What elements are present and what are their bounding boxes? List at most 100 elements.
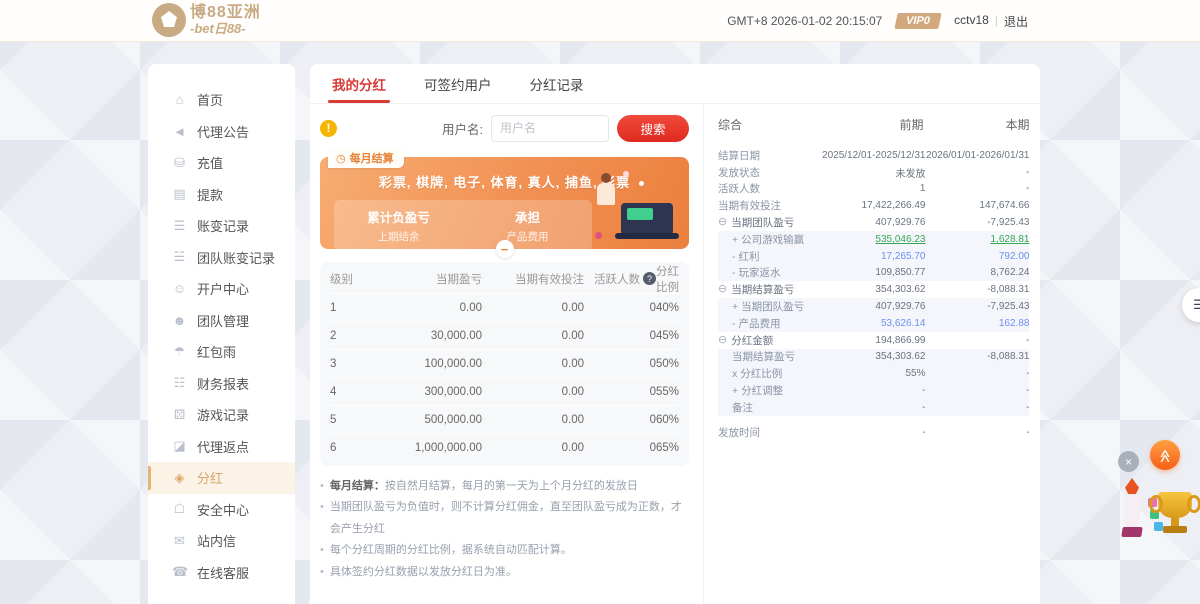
footnote: • 具体签约分红数据以发放分红日为准。 xyxy=(320,562,689,583)
summary-cur-value-link[interactable]: 1,628.81 xyxy=(925,234,1030,245)
help-icon[interactable]: ? xyxy=(643,272,656,285)
sidebar-item-agent-rebate[interactable]: ◪ 代理返点 xyxy=(148,431,295,463)
brand-logo[interactable]: 博88亚洲 -bet日88- xyxy=(152,3,261,37)
tab-dividend-records[interactable]: 分红记录 xyxy=(530,64,584,103)
sidebar-item-label: 提款 xyxy=(197,187,224,203)
tab-signable-users[interactable]: 可签约用户 xyxy=(424,64,492,103)
search-button[interactable]: 搜索 xyxy=(617,114,690,142)
cell-level: 4 xyxy=(330,385,337,398)
cell-active: 0 xyxy=(649,442,656,454)
summary-row-valid-bets: 当期有效投注 17,422,266.49 147,674.66 xyxy=(718,197,1029,214)
cell-level: 5 xyxy=(330,413,337,426)
sidebar-item-withdraw[interactable]: ▤ 提款 xyxy=(148,179,295,211)
summary-label: + 公司游戏输赢 xyxy=(732,233,805,246)
soccer-ball-logo-icon xyxy=(152,3,186,37)
clock-icon: ◷ xyxy=(336,152,346,165)
sidebar-item-label: 开户中心 xyxy=(197,282,250,298)
settlement-tag: ◷ 每月结算 xyxy=(328,148,404,168)
sidebar-item-deposit[interactable]: ⛁ 充值 xyxy=(148,147,295,179)
summary-cur-value: -8,088.31 xyxy=(987,284,1030,296)
summary-prev-value-link[interactable]: 535,046.23 xyxy=(822,234,925,245)
summary-label: 当期结算盈亏 xyxy=(732,351,796,364)
bullet: • xyxy=(320,480,324,492)
table-row: 3 100,000.00 0.00 0 50% xyxy=(330,350,680,378)
headset-icon: ☎ xyxy=(172,564,189,580)
notice-icon[interactable]: ! xyxy=(320,119,337,137)
summary-header-row: 综合 前期 本期 xyxy=(718,116,1029,133)
close-promo-button[interactable]: × xyxy=(1118,451,1139,472)
cell-ratio: 45% xyxy=(656,329,680,342)
sidebar-item-open-account-center[interactable]: ☺ 开户中心 xyxy=(148,273,295,305)
back-to-top-button[interactable]: ≪ xyxy=(1150,440,1180,470)
summary-row-team-pnl-sub: + 当期团队盈亏 407,929.76 -7,925.43 xyxy=(718,298,1030,315)
summary-label: + 分红调整 xyxy=(732,385,784,398)
bear-title: 承担 xyxy=(514,211,540,225)
cell-active: 0 xyxy=(649,413,656,426)
summary-prev-value: 354,303.62 xyxy=(875,351,926,363)
summary-cur-value: 147,674.66 xyxy=(979,200,1030,212)
sidebar-item-agent-announcements[interactable]: ◄ 代理公告 xyxy=(148,116,295,148)
summary-row-dividend-ratio: x 分红比例 55% - xyxy=(718,365,1030,383)
sidebar-item-account-records[interactable]: ☰ 账变记录 xyxy=(148,210,295,242)
dividend-icon: ◈ xyxy=(174,469,185,485)
sidebar-item-game-records[interactable]: ⚄ 游戏记录 xyxy=(148,399,295,431)
trophy-cup xyxy=(1149,492,1200,518)
sidebar-item-red-packet-rain[interactable]: ☂ 红包雨 xyxy=(148,336,295,368)
main-panel: 我的分红 可签约用户 分红记录 ! 用户名: 搜索 ◷ 每月结算 彩票, 棋牌,… xyxy=(310,64,1040,604)
dividend-left-column: ! 用户名: 搜索 ◷ 每月结算 彩票, 棋牌, 电子, 体育, 真人, 捕鱼,… xyxy=(310,104,703,604)
summary-cur-value: - xyxy=(1026,334,1030,346)
sidebar-item-customer-service[interactable]: ☎ 在线客服 xyxy=(148,557,295,589)
rebate-icon: ◪ xyxy=(173,438,186,454)
summary-cur-value: - xyxy=(1026,401,1030,413)
table-row: 4 300,000.00 0.00 0 55% xyxy=(330,378,680,406)
sidebar-item-financial-reports[interactable]: ☷ 财务报表 xyxy=(148,368,295,400)
col-valid-bets: 当期有效投注 xyxy=(515,273,584,286)
username[interactable]: cctv18 xyxy=(954,13,989,30)
banner-illustration xyxy=(593,171,680,241)
sidebar-item-dividend[interactable]: ◈ 分红 xyxy=(148,462,295,494)
withdraw-icon: ▤ xyxy=(173,186,186,202)
cell-level: 6 xyxy=(330,442,337,454)
tab-my-dividend[interactable]: 我的分红 xyxy=(328,64,390,103)
sidebar-item-label: 代理公告 xyxy=(197,124,250,140)
collapse-icon[interactable]: ⊖ xyxy=(718,334,727,346)
summary-label: 结算日期 xyxy=(718,149,761,162)
sidebar-item-inbox[interactable]: ✉ 站内信 xyxy=(148,525,295,557)
trophy-graphic[interactable] xyxy=(1148,492,1200,562)
sidebar-item-team-account-records[interactable]: ☱ 团队账变记录 xyxy=(148,242,295,274)
summary-row-active-users: 活跃人数 1 - xyxy=(718,181,1029,198)
summary-panel: 综合 前期 本期 结算日期 2025/12/01-2025/12/31 2026… xyxy=(703,104,1041,604)
summary-label: 备注 xyxy=(732,401,754,414)
summary-col-overall: 综合 xyxy=(718,118,743,132)
tab-bar: 我的分红 可签约用户 分红记录 xyxy=(310,64,1040,104)
mascot-character[interactable] xyxy=(1120,478,1144,544)
sidebar-item-team-management[interactable]: ☻ 团队管理 xyxy=(148,305,295,337)
summary-row-dividend-amount-group: ⊖ 分红金额 194,866.99 - xyxy=(718,332,1029,349)
summary-label: 当期团队盈亏 xyxy=(731,217,795,230)
col-dividend-ratio: 分红比例 xyxy=(656,265,680,294)
username-search-input[interactable] xyxy=(491,114,610,142)
brand-name-cn: 博88亚洲 xyxy=(190,4,261,21)
mascot-base xyxy=(1121,527,1143,537)
trophy-tag xyxy=(1154,522,1163,531)
collapse-icon[interactable]: ⊖ xyxy=(718,284,727,295)
red-packet-icon: ☂ xyxy=(173,343,186,359)
collapse-icon[interactable]: ⊖ xyxy=(718,217,727,228)
mascot-body xyxy=(1124,495,1140,527)
cell-ratio: 40% xyxy=(656,301,680,314)
summary-cur-value: -7,925.43 xyxy=(987,301,1030,313)
sidebar-item-security-center[interactable]: ☖ 安全中心 xyxy=(148,494,295,526)
side-float-button[interactable]: ☰ xyxy=(1182,288,1200,322)
cell-level: 1 xyxy=(330,301,337,314)
summary-prev-value: 1 xyxy=(919,183,926,195)
summary-label: + 当期团队盈亏 xyxy=(732,301,805,314)
summary-prev-value: 407,929.76 xyxy=(875,217,926,229)
cell-pnl: 1,000,000.00 xyxy=(414,442,482,454)
summary-row-payout-status: 发放状态 未发放 - xyxy=(718,164,1029,181)
logout-link[interactable]: 退出 xyxy=(1004,13,1028,30)
summary-prev-value: 109,850.77 xyxy=(875,267,926,279)
team-records-icon: ☱ xyxy=(173,249,186,265)
sidebar-item-label: 代理返点 xyxy=(197,439,250,455)
sidebar-item-home[interactable]: ⌂ 首页 xyxy=(148,84,295,116)
banner-collapse-toggle[interactable]: − xyxy=(495,240,514,258)
